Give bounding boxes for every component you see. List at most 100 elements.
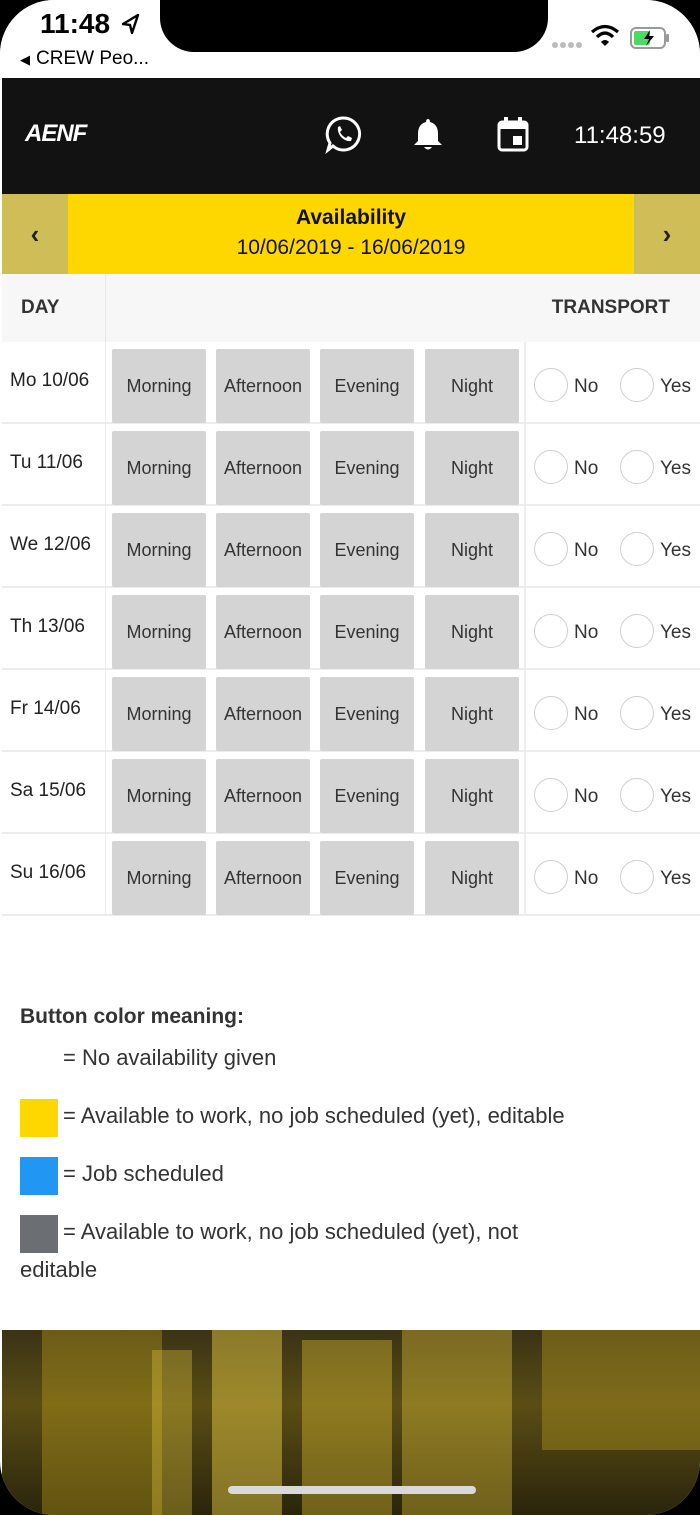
column-divider	[524, 342, 526, 422]
table-row: Su 16/06 Morning Afternoon Evening Night…	[2, 834, 700, 916]
back-to-app-link[interactable]: ◀ CREW Peo...	[20, 48, 149, 70]
transport-no-radio[interactable]	[534, 614, 568, 648]
slot-afternoon-button[interactable]: Afternoon	[216, 677, 310, 751]
signal-dots-icon	[552, 35, 584, 53]
transport-yes-radio[interactable]	[620, 614, 654, 648]
battery-charging-icon	[630, 27, 669, 49]
column-divider	[524, 752, 526, 832]
legend-item: = Available to work, no job scheduled (y…	[20, 1099, 680, 1161]
transport-yes-radio[interactable]	[620, 450, 654, 484]
slot-morning-button[interactable]: Morning	[112, 513, 206, 587]
slot-night-button[interactable]: Night	[425, 513, 519, 587]
slot-afternoon-button[interactable]: Afternoon	[216, 841, 310, 915]
legend-text: = Job scheduled	[63, 1161, 224, 1186]
day-label: We 12/06	[2, 506, 106, 586]
slot-evening-button[interactable]: Evening	[320, 841, 414, 915]
transport-no-label: No	[574, 622, 599, 643]
slot-morning-button[interactable]: Morning	[112, 349, 206, 423]
transport-yes-label: Yes	[660, 458, 691, 479]
slot-morning-button[interactable]: Morning	[112, 431, 206, 505]
transport-yes-radio[interactable]	[620, 778, 654, 812]
transport-yes-radio[interactable]	[620, 860, 654, 894]
slot-afternoon-button[interactable]: Afternoon	[216, 759, 310, 833]
slot-evening-button[interactable]: Evening	[320, 431, 414, 505]
day-label: Fr 14/06	[2, 670, 106, 750]
legend-item: = Job scheduled	[20, 1157, 680, 1219]
transport-yes-label: Yes	[660, 786, 691, 807]
transport-no-label: No	[574, 704, 599, 725]
slot-morning-button[interactable]: Morning	[112, 841, 206, 915]
day-label: Mo 10/06	[2, 342, 106, 422]
legend-text: = Available to work, no job scheduled (y…	[63, 1103, 565, 1128]
slot-morning-button[interactable]: Morning	[112, 759, 206, 833]
table-row: Sa 15/06 Morning Afternoon Evening Night…	[2, 752, 700, 834]
day-label: Sa 15/06	[2, 752, 106, 832]
transport-yes-label: Yes	[660, 540, 691, 561]
legend-swatch-gray	[20, 1215, 58, 1253]
week-navigation: ‹ Availability 10/06/2019 - 16/06/2019 ›	[2, 194, 700, 274]
slot-night-button[interactable]: Night	[425, 349, 519, 423]
transport-yes-label: Yes	[660, 622, 691, 643]
legend-item: = Available to work, no job scheduled (y…	[20, 1215, 680, 1299]
transport-yes-radio[interactable]	[620, 696, 654, 730]
transport-no-radio[interactable]	[534, 860, 568, 894]
table-row: We 12/06 Morning Afternoon Evening Night…	[2, 506, 700, 588]
column-divider	[524, 588, 526, 668]
transport-yes-radio[interactable]	[620, 368, 654, 402]
transport-yes-label: Yes	[660, 376, 691, 397]
column-divider	[524, 506, 526, 586]
brand-logo[interactable]: AENF	[25, 120, 87, 148]
transport-no-radio[interactable]	[534, 532, 568, 566]
slot-evening-button[interactable]: Evening	[320, 677, 414, 751]
table-row: Fr 14/06 Morning Afternoon Evening Night…	[2, 670, 700, 752]
slot-morning-button[interactable]: Morning	[112, 595, 206, 669]
whatsapp-icon[interactable]	[324, 114, 364, 154]
transport-no-radio[interactable]	[534, 778, 568, 812]
day-label: Su 16/06	[2, 834, 106, 914]
slot-evening-button[interactable]: Evening	[320, 513, 414, 587]
legend-text: = No availability given	[63, 1045, 277, 1070]
table-row: Mo 10/06 Morning Afternoon Evening Night…	[2, 342, 700, 424]
transport-no-radio[interactable]	[534, 450, 568, 484]
slot-night-button[interactable]: Night	[425, 841, 519, 915]
transport-yes-label: Yes	[660, 704, 691, 725]
status-bar: 11:48 ◀ CREW Peo...	[0, 0, 700, 78]
table-header: DAY TRANSPORT	[2, 274, 700, 342]
legend-swatch-white	[20, 1041, 58, 1079]
slot-night-button[interactable]: Night	[425, 677, 519, 751]
bell-icon[interactable]	[408, 114, 448, 154]
legend-title: Button color meaning:	[20, 1005, 244, 1028]
slot-morning-button[interactable]: Morning	[112, 677, 206, 751]
slot-afternoon-button[interactable]: Afternoon	[216, 349, 310, 423]
day-label: Th 13/06	[2, 588, 106, 668]
next-week-button[interactable]: ›	[634, 194, 700, 274]
slot-afternoon-button[interactable]: Afternoon	[216, 431, 310, 505]
transport-no-radio[interactable]	[534, 368, 568, 402]
slot-night-button[interactable]: Night	[425, 431, 519, 505]
table-row: Th 13/06 Morning Afternoon Evening Night…	[2, 588, 700, 670]
slot-afternoon-button[interactable]: Afternoon	[216, 513, 310, 587]
transport-yes-radio[interactable]	[620, 532, 654, 566]
slot-evening-button[interactable]: Evening	[320, 349, 414, 423]
column-divider	[524, 424, 526, 504]
phone-screen: 11:48 ◀ CREW Peo... AENF 11:48:59 ‹ Avai…	[0, 0, 700, 1515]
page-title: Availability	[295, 206, 407, 229]
color-legend: Button color meaning: = No availability …	[20, 1005, 680, 1299]
transport-no-label: No	[574, 458, 599, 479]
app-header: AENF 11:48:59	[2, 78, 700, 194]
legend-text: = Available to work, no job scheduled (y…	[63, 1219, 519, 1244]
back-app-label: CREW Peo...	[36, 48, 149, 69]
slot-night-button[interactable]: Night	[425, 595, 519, 669]
previous-week-button[interactable]: ‹	[2, 194, 68, 274]
status-time: 11:48	[40, 8, 111, 39]
slot-evening-button[interactable]: Evening	[320, 595, 414, 669]
availability-table: Mo 10/06 Morning Afternoon Evening Night…	[2, 342, 700, 916]
back-triangle-icon: ◀	[20, 52, 30, 67]
week-date-range: 10/06/2019 - 16/06/2019	[236, 236, 466, 259]
slot-night-button[interactable]: Night	[425, 759, 519, 833]
legend-swatch-blue	[20, 1157, 58, 1195]
slot-evening-button[interactable]: Evening	[320, 759, 414, 833]
slot-afternoon-button[interactable]: Afternoon	[216, 595, 310, 669]
calendar-icon[interactable]	[493, 114, 533, 154]
transport-no-radio[interactable]	[534, 696, 568, 730]
